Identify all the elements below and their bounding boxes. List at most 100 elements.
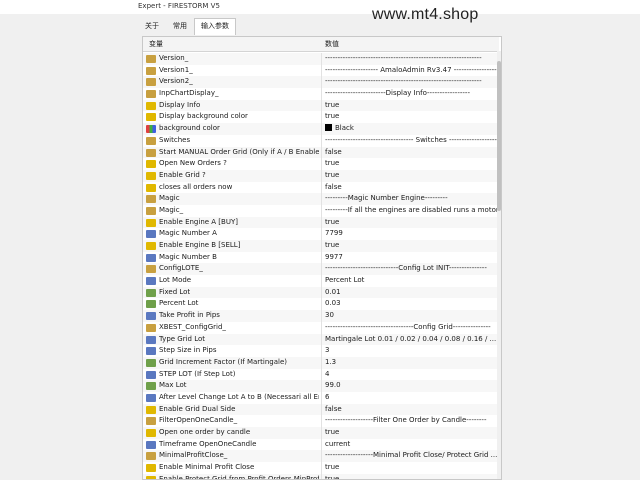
table-row[interactable]: Magic Number B 9977 bbox=[143, 251, 499, 264]
table-row[interactable]: Enable Engine A [BUY] true bbox=[143, 216, 499, 229]
table-row[interactable]: Enable Minimal Profit Close true bbox=[143, 462, 499, 474]
table-row[interactable]: Type Grid Lot Martingale Lot 0.01 / 0.02 … bbox=[143, 333, 499, 346]
table-row[interactable]: After Level Change Lot A to B (Necessari… bbox=[143, 391, 499, 404]
table-row[interactable]: Step Size in Pips 3 bbox=[143, 345, 499, 357]
table-row[interactable]: Display Info true bbox=[143, 99, 499, 112]
table-row[interactable]: Take Profit in Pips 30 bbox=[143, 310, 499, 322]
param-value[interactable]: 1.3 bbox=[325, 357, 497, 369]
param-value[interactable]: Martingale Lot 0.01 / 0.02 / 0.04 / 0.08… bbox=[325, 334, 497, 346]
param-value[interactable]: true bbox=[325, 100, 497, 112]
param-value[interactable]: -----------------------------Config Lot … bbox=[325, 263, 497, 275]
table-row[interactable]: Max Lot 99.0 bbox=[143, 380, 499, 392]
table-row[interactable]: Fixed Lot 0.01 bbox=[143, 286, 499, 299]
table-row[interactable]: Version2_ -------------------------------… bbox=[143, 76, 499, 89]
table-row[interactable]: closes all orders now false bbox=[143, 181, 499, 194]
column-divider bbox=[321, 415, 322, 427]
param-value[interactable]: ----------------------------------------… bbox=[325, 76, 497, 88]
string-type-icon bbox=[146, 136, 156, 145]
param-value[interactable]: ----------------------------------------… bbox=[325, 53, 497, 65]
column-divider bbox=[321, 263, 322, 276]
tab-about[interactable]: 关于 bbox=[138, 18, 166, 33]
param-value[interactable]: 99.0 bbox=[325, 380, 497, 392]
param-value[interactable]: true bbox=[325, 217, 497, 229]
param-value[interactable]: ---------If all the engines are disabled… bbox=[325, 205, 497, 217]
table-row[interactable]: Percent Lot 0.03 bbox=[143, 298, 499, 311]
column-header-variable[interactable]: 变量 bbox=[149, 37, 163, 51]
param-value[interactable]: -------------------Minimal Profit Close/… bbox=[325, 450, 497, 462]
param-value[interactable]: true bbox=[325, 240, 497, 252]
param-value[interactable]: current bbox=[325, 439, 497, 451]
table-row[interactable]: background color Black bbox=[143, 123, 499, 135]
param-value[interactable]: 3 bbox=[325, 345, 497, 357]
int-type-icon bbox=[146, 393, 156, 402]
table-row[interactable]: MinimalProfitClose_ -------------------Mi… bbox=[143, 450, 499, 463]
param-name: Timeframe OpenOneCandle bbox=[159, 439, 257, 448]
table-row[interactable]: STEP LOT (If Step Lot) 4 bbox=[143, 368, 499, 381]
param-value[interactable]: -----------------------------------Confi… bbox=[325, 322, 497, 334]
table-row[interactable]: Switches --------------------------------… bbox=[143, 134, 499, 147]
table-row[interactable]: Enable Protect Grid from Profit Orders M… bbox=[143, 473, 499, 479]
param-value[interactable]: 0.03 bbox=[325, 298, 497, 310]
param-value[interactable]: ------------------------Display Info----… bbox=[325, 88, 497, 100]
param-value[interactable]: true bbox=[325, 111, 497, 123]
table-row[interactable]: Start MANUAL Order Grid (Only if A / B E… bbox=[143, 146, 499, 159]
tab-common[interactable]: 常用 bbox=[166, 18, 194, 33]
param-name: MinimalProfitClose_ bbox=[159, 451, 228, 460]
param-name: Enable Engine A [BUY] bbox=[159, 217, 238, 226]
param-value[interactable]: 30 bbox=[325, 310, 497, 322]
table-row[interactable]: XBEST_ConfigGrid_ -----------------------… bbox=[143, 321, 499, 334]
table-row[interactable]: Enable Grid Dual Side false bbox=[143, 403, 499, 416]
param-value[interactable]: false bbox=[325, 147, 497, 159]
table-row[interactable]: Magic Number A 7799 bbox=[143, 228, 499, 240]
param-name: Version_ bbox=[159, 54, 189, 62]
param-value[interactable]: -------------------Filter One Order by C… bbox=[325, 415, 497, 427]
table-row[interactable]: Version1_ --------------------- AmaloAdmi… bbox=[143, 64, 499, 77]
column-divider bbox=[321, 111, 322, 124]
tab-inputs[interactable]: 输入参数 bbox=[194, 18, 236, 35]
param-value[interactable]: true bbox=[325, 474, 497, 479]
param-value[interactable]: Black bbox=[325, 123, 497, 135]
table-row[interactable]: FilterOpenOneCandle_ -------------------F… bbox=[143, 415, 499, 427]
string-type-icon bbox=[146, 417, 156, 426]
bool-type-icon bbox=[146, 218, 156, 227]
table-row[interactable]: Display background color true bbox=[143, 111, 499, 124]
param-name: Max Lot bbox=[159, 381, 187, 390]
scrollbar-thumb[interactable] bbox=[497, 61, 501, 211]
param-value[interactable]: false bbox=[325, 182, 497, 194]
table-row[interactable]: Magic_ ---------If all the engines are di… bbox=[143, 204, 499, 217]
table-row[interactable]: Open New Orders ? true bbox=[143, 158, 499, 170]
param-name: Lot Mode bbox=[159, 276, 192, 285]
table-row[interactable]: Open one order by candle true bbox=[143, 427, 499, 439]
table-row[interactable]: InpChartDisplay_ ------------------------… bbox=[143, 88, 499, 100]
table-row[interactable]: ConfigLOTE_ -----------------------------… bbox=[143, 263, 499, 276]
param-value[interactable]: true bbox=[325, 462, 497, 474]
param-name: Magic Number A bbox=[159, 229, 217, 238]
table-row[interactable]: Grid Increment Factor (If Martingale) 1.3 bbox=[143, 356, 499, 369]
column-divider bbox=[321, 298, 322, 311]
param-value[interactable]: 4 bbox=[325, 369, 497, 381]
color-swatch bbox=[325, 124, 332, 132]
param-value[interactable]: Percent Lot bbox=[325, 275, 497, 287]
int-type-icon bbox=[146, 370, 156, 379]
table-row[interactable]: Lot Mode Percent Lot bbox=[143, 275, 499, 287]
table-row[interactable]: Timeframe OpenOneCandle current bbox=[143, 438, 499, 451]
param-value[interactable]: 0.01 bbox=[325, 287, 497, 299]
table-row[interactable]: Magic ---------Magic Number Engine-------… bbox=[143, 193, 499, 205]
param-value[interactable]: --------------------- AmaloAdmin Rv3.47 … bbox=[325, 65, 497, 77]
table-row[interactable]: Enable Grid ? true bbox=[143, 169, 499, 182]
column-header-value[interactable]: 数值 bbox=[325, 37, 339, 51]
param-value[interactable]: true bbox=[325, 170, 497, 182]
column-divider bbox=[321, 462, 322, 474]
param-value[interactable]: false bbox=[325, 404, 497, 416]
table-row[interactable]: Enable Engine B [SELL] true bbox=[143, 240, 499, 252]
vertical-scrollbar[interactable] bbox=[497, 51, 501, 479]
table-row[interactable]: Version_ --------------------------------… bbox=[143, 53, 499, 65]
param-name: Grid Increment Factor (If Martingale) bbox=[159, 357, 288, 366]
param-value[interactable]: ----------------------------------- Swit… bbox=[325, 135, 497, 147]
param-value[interactable]: 6 bbox=[325, 392, 497, 404]
param-value[interactable]: true bbox=[325, 427, 497, 439]
param-value[interactable]: ---------Magic Number Engine--------- bbox=[325, 193, 497, 205]
param-value[interactable]: 7799 bbox=[325, 228, 497, 240]
param-value[interactable]: true bbox=[325, 158, 497, 170]
param-value[interactable]: 9977 bbox=[325, 252, 497, 264]
